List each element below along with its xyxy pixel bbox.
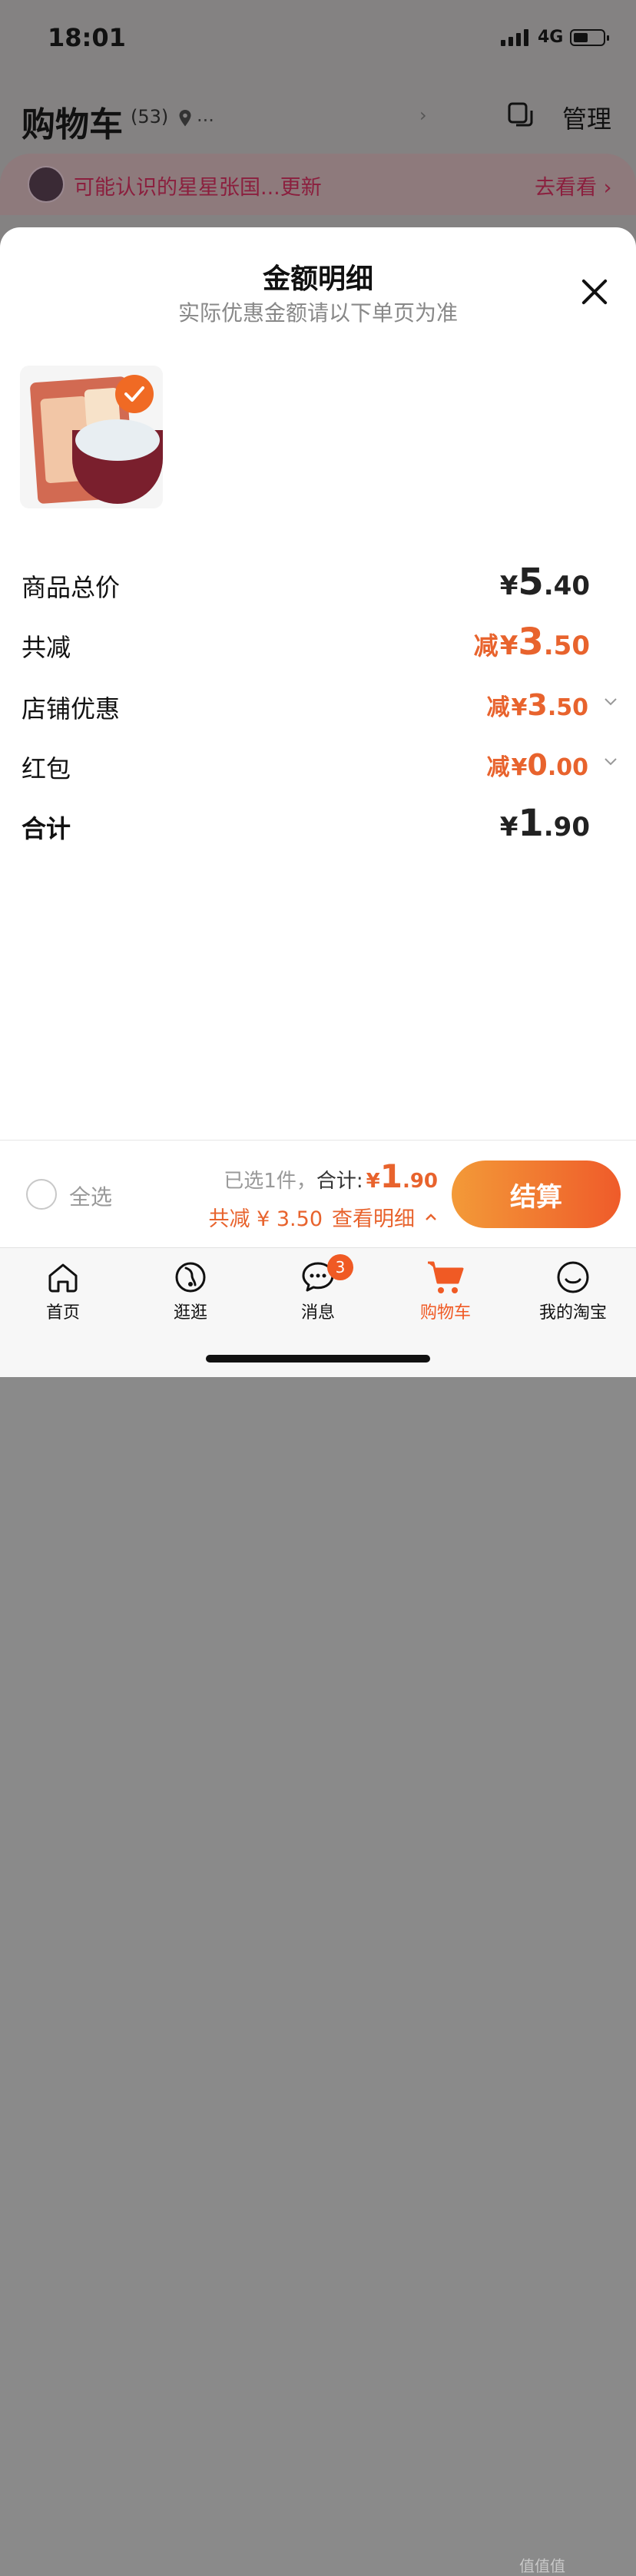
chevron-down-icon[interactable] (604, 754, 618, 768)
row-label: 店铺优惠 (22, 694, 121, 723)
rice-image (75, 419, 160, 461)
row-value: ¥1.90 (499, 802, 590, 845)
battery-icon (570, 29, 609, 46)
row-subtotal: 商品总价 ¥5.40 (0, 559, 636, 605)
row-store-discount[interactable]: 店铺优惠 减 ¥3.50 (0, 680, 636, 727)
manage-button[interactable]: 管理 (562, 100, 611, 135)
unread-badge: 3 (327, 1254, 353, 1280)
close-button[interactable] (579, 276, 610, 307)
home-indicator (206, 1355, 430, 1362)
avatar (28, 166, 65, 203)
checkmark-icon[interactable] (115, 375, 154, 413)
row-label: 合计 (22, 814, 71, 843)
profile-icon (557, 1261, 589, 1293)
row-value: 减 ¥0.00 (486, 748, 588, 782)
row-total-discount: 共减 减 ¥3.50 (0, 619, 636, 665)
signal-icon (501, 29, 528, 46)
select-all-checkbox[interactable] (26, 1179, 57, 1210)
view-details-link[interactable]: 查看明细 (332, 1202, 415, 1232)
tab-home[interactable]: 首页 (9, 1259, 117, 1343)
chevron-down-icon[interactable] (604, 694, 618, 708)
tab-messages[interactable]: 3 消息 (264, 1254, 372, 1343)
home-icon (48, 1263, 78, 1293)
tab-label: 购物车 (419, 1303, 471, 1323)
banner-link[interactable]: 去看看 › (535, 171, 611, 200)
row-grand-total: 合计 ¥1.90 (0, 800, 636, 846)
tab-profile[interactable]: 我的淘宝 (519, 1259, 627, 1343)
selected-summary: 已选1件， 合计: ¥1.90 (224, 1157, 438, 1195)
cart-header: 购物车 (53) ... › 管理 (0, 84, 636, 146)
status-time: 18:01 (48, 23, 126, 52)
tab-label: 逛逛 (173, 1303, 207, 1323)
tab-label: 消息 (300, 1303, 335, 1323)
chevron-up-icon[interactable] (424, 1210, 438, 1224)
sheet-title: 金额明细 (262, 263, 373, 295)
amount-detail-sheet: 金额明细 实际优惠金额请以下单页为准 商品总价 ¥5.40 共减 减 ¥3.50 … (0, 227, 636, 1149)
status-bar: 18:01 4G (0, 0, 636, 77)
tab-cart[interactable]: 购物车 (392, 1259, 499, 1343)
row-value: 减 ¥3.50 (486, 688, 588, 722)
row-value: 减 ¥3.50 (473, 621, 590, 664)
banner-text: 可能认识的星星张国...更新 (74, 176, 322, 200)
sheet-subtitle: 实际优惠金额请以下单页为准 (177, 300, 458, 326)
discount-text: 共减 ¥ 3.50 (208, 1207, 323, 1231)
row-label: 商品总价 (22, 573, 121, 602)
location-icon[interactable] (178, 109, 192, 127)
row-label: 红包 (22, 754, 71, 783)
tab-browse[interactable]: 逛逛 (137, 1259, 244, 1343)
select-all-label[interactable]: 全选 (69, 1180, 112, 1211)
multi-select-icon[interactable] (507, 101, 535, 129)
checkout-button[interactable]: 结算 (452, 1161, 621, 1228)
row-red-packet[interactable]: 红包 减 ¥0.00 (0, 740, 636, 786)
cart-count: (53) (131, 106, 169, 127)
location-text[interactable]: ... (197, 104, 214, 126)
tab-label: 我的淘宝 (538, 1303, 607, 1323)
friend-update-banner[interactable]: 可能认识的星星张国...更新 去看看 › (0, 154, 636, 215)
watermark: 值值值 (519, 2557, 565, 2575)
checkout-bar: 全选 已选1件， 合计: ¥1.90 共减 ¥ 3.50 查看明细 结算 (0, 1140, 636, 1248)
discount-summary[interactable]: 共减 ¥ 3.50 查看明细 (209, 1202, 438, 1232)
chevron-right-icon[interactable]: › (419, 104, 427, 126)
row-label: 共减 (22, 633, 71, 662)
page-title: 购物车 (22, 105, 123, 144)
row-value: ¥5.40 (499, 561, 590, 604)
network-label: 4G (538, 28, 564, 47)
cart-icon (428, 1261, 464, 1293)
browse-icon (175, 1262, 206, 1293)
tab-label: 首页 (45, 1303, 80, 1323)
